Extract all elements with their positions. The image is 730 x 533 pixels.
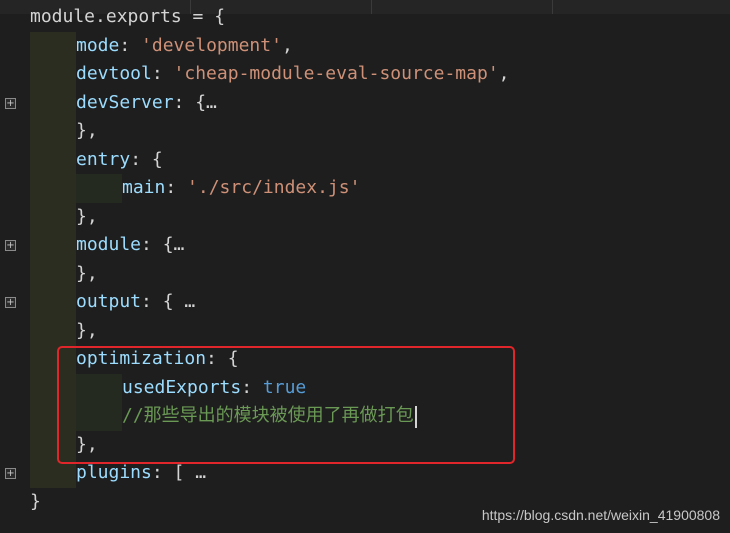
code-token: module <box>76 234 142 255</box>
code-text: }, <box>76 203 98 232</box>
code-token: 'cheap-module-eval-source-map' <box>173 63 499 84</box>
code-token: mode <box>76 34 120 56</box>
code-token: }, <box>76 120 98 141</box>
code-text: module.exports = { <box>30 3 225 32</box>
code-token: : {… <box>173 91 217 113</box>
fold-expand-icon[interactable]: + <box>5 240 16 251</box>
code-text: main: './src/index.js' <box>122 174 360 203</box>
fold-expand-icon[interactable]: + <box>5 297 16 308</box>
code-text: output: { … <box>76 288 195 317</box>
code-line[interactable]: mode: 'development', <box>0 31 730 61</box>
code-token: devtool <box>76 63 152 84</box>
watermark: https://blog.csdn.net/weixin_41900808 <box>481 507 720 523</box>
fold-expand-icon[interactable]: + <box>5 468 16 479</box>
indent-guide <box>30 259 76 288</box>
indent-guide <box>30 31 76 60</box>
code-line[interactable]: entry: { <box>0 145 730 175</box>
code-token: }, <box>76 205 98 227</box>
indent-guide <box>30 174 76 203</box>
indent-guide <box>76 174 122 203</box>
code-token: 'development' <box>141 34 282 56</box>
code-text: }, <box>76 317 98 346</box>
code-text: devtool: 'cheap-module-eval-source-map', <box>76 60 510 89</box>
code-text: }, <box>76 260 98 289</box>
code-token: devServer <box>76 91 174 113</box>
code-token: : { <box>130 148 163 170</box>
code-token: } <box>30 490 41 512</box>
indent-guide <box>30 231 76 260</box>
code-token: , <box>498 63 510 84</box>
code-token: }, <box>76 262 98 284</box>
indent-guide <box>30 60 76 89</box>
code-text: module: {… <box>76 231 184 260</box>
code-line[interactable]: }, <box>0 202 730 232</box>
indent-guide <box>30 117 76 146</box>
code-text: entry: { <box>76 146 163 175</box>
code-text: } <box>30 488 41 517</box>
code-token: output <box>76 291 142 312</box>
indent-guide <box>30 202 76 231</box>
code-token: main <box>122 177 166 198</box>
code-line[interactable]: devtool: 'cheap-module-eval-source-map', <box>0 60 730 89</box>
code-token: './src/index.js' <box>187 177 361 198</box>
code-line[interactable]: module.exports = { <box>0 3 730 32</box>
code-text: mode: 'development', <box>76 32 293 61</box>
code-line[interactable]: module: {… <box>0 231 730 260</box>
code-token: : {… <box>141 234 185 255</box>
code-line[interactable]: }, <box>0 259 730 289</box>
code-token: : <box>119 34 142 56</box>
code-token: entry <box>76 148 131 170</box>
code-line[interactable]: output: { … <box>0 288 730 317</box>
code-token: : <box>165 177 188 198</box>
indent-guide <box>30 145 76 174</box>
highlight-box <box>57 346 515 464</box>
code-line[interactable]: }, <box>0 316 730 346</box>
code-text: }, <box>76 117 98 146</box>
code-line[interactable]: }, <box>0 117 730 146</box>
indent-guide <box>30 88 76 117</box>
code-token: : { … <box>141 291 196 312</box>
code-token: : [ … <box>151 462 207 483</box>
code-token: }, <box>76 319 98 341</box>
code-line[interactable]: main: './src/index.js' <box>0 174 730 203</box>
indent-guide <box>30 316 76 345</box>
code-token: : <box>151 63 174 84</box>
fold-expand-icon[interactable]: + <box>5 97 16 109</box>
code-token: , <box>281 34 293 56</box>
indent-guide <box>30 288 76 317</box>
code-token: plugins <box>76 462 152 483</box>
code-token: module.exports = { <box>30 6 226 27</box>
code-line[interactable]: devServer: {… <box>0 88 730 118</box>
code-text: devServer: {… <box>76 89 217 118</box>
